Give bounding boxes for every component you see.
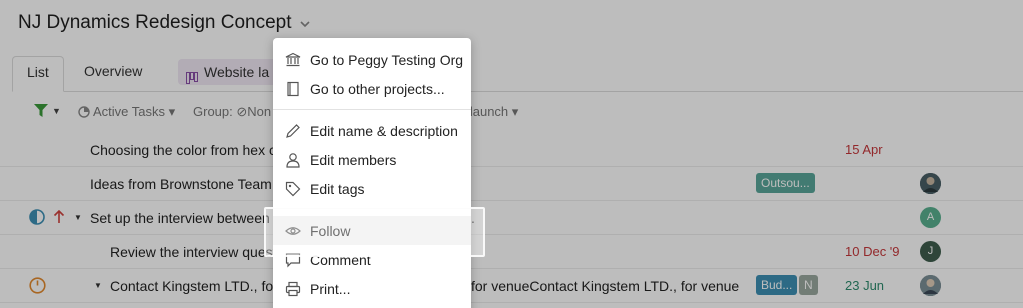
printer-icon xyxy=(285,281,301,297)
menu-item-edit-name[interactable]: Edit name & description xyxy=(273,116,471,145)
menu-divider xyxy=(273,109,471,110)
menu-item-label: Edit tags xyxy=(310,180,365,197)
menu-item-go-to-projects[interactable]: Go to other projects... xyxy=(273,74,471,103)
menu-item-edit-members[interactable]: Edit members xyxy=(273,145,471,174)
person-icon xyxy=(285,152,301,168)
pencil-icon xyxy=(285,123,301,139)
menu-item-label: Go to Peggy Testing Org xyxy=(310,51,464,68)
menu-item-label: Print... xyxy=(310,280,351,297)
book-icon xyxy=(285,81,301,97)
menu-item-print[interactable]: Print... xyxy=(273,274,471,303)
menu-item-edit-tags[interactable]: Edit tags xyxy=(273,174,471,203)
menu-item-label: Edit members xyxy=(310,151,397,168)
menu-item-go-to-org[interactable]: Go to Peggy Testing Org xyxy=(273,45,471,74)
tag-icon xyxy=(285,181,301,197)
bank-icon xyxy=(285,52,301,68)
project-context-menu: Go to Peggy Testing Org Go to other proj… xyxy=(273,38,471,308)
dim-overlay xyxy=(0,0,1023,308)
menu-item-label: Edit name & description xyxy=(310,122,458,139)
spotlight-highlight xyxy=(264,207,485,257)
menu-item-label: Go to other projects... xyxy=(310,80,445,97)
